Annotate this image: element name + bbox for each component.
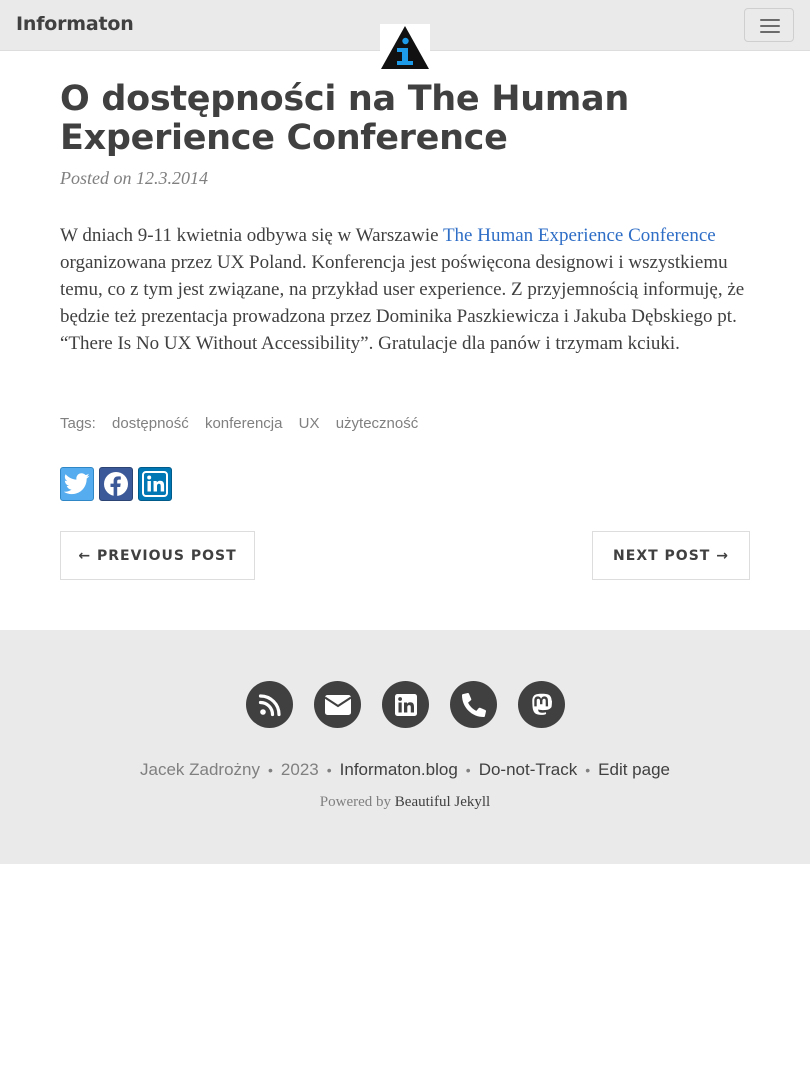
tag-link[interactable]: konferencja [205,415,283,432]
tags: Tags: dostępność konferencja UX użyteczn… [60,415,418,432]
post-text: W dniach 9-11 kwietnia odbywa się w Wars… [60,225,443,246]
footer: Jacek Zadrożny • 2023 • Informaton.blog • Do-n… [0,630,810,864]
envelope-icon [324,694,351,715]
mastodon-icon [531,693,552,715]
hamburger-menu-icon [760,25,780,27]
phone-icon [461,692,486,717]
linkedin-icon [394,693,417,716]
powered-prefix: Powered by [319,794,392,810]
powered-link[interactable]: Beautiful Jekyll [395,794,490,810]
rss-button[interactable] [246,681,293,728]
footer-year: 2023 [280,760,319,779]
footer-edit-link[interactable]: Edit page [598,760,670,779]
post-text: organizowana przez UX Poland. Konferencj… [60,252,745,354]
post-title: O dostępności na The Human Experience Co… [60,79,629,158]
tag-link[interactable]: UX [299,415,320,432]
footer-separator: • [268,762,273,778]
hamburger-menu-icon [760,31,780,33]
hamburger-menu-icon [760,19,780,21]
footer-site-link[interactable]: Informaton.blog [340,760,458,779]
conference-link[interactable]: The Human Experience Conference [443,225,716,246]
next-post-button[interactable]: NEXT POST → [592,531,750,580]
tag-link[interactable]: dostępność [112,415,189,432]
footer-info: Jacek Zadrożny • 2023 • Informaton.blog • Do-n… [0,760,810,780]
footer-separator: • [465,762,471,778]
linkedin-icon [142,471,168,497]
email-button[interactable] [314,681,361,728]
footer-separator: • [326,762,332,778]
twitter-icon [64,473,90,495]
share-twitter-button[interactable] [60,467,94,501]
navbar-brand[interactable]: Informaton [16,13,134,35]
footer-separator: • [585,762,591,778]
phone-button[interactable] [450,681,497,728]
navbar-toggle-button[interactable] [744,8,794,42]
post-meta: Posted on 12.3.2014 [60,168,208,188]
rss-icon [258,693,281,716]
info-triangle-logo-icon[interactable] [380,24,430,74]
social-links [246,681,565,728]
share-linkedin-button[interactable] [138,467,172,501]
powered-by: Powered by Beautiful Jekyll [0,794,810,811]
share-buttons [60,467,172,501]
tag-link[interactable]: użyteczność [336,415,419,432]
mastodon-button[interactable] [518,681,565,728]
facebook-icon [104,472,128,496]
footer-dnt-link[interactable]: Do-not-Track [479,760,578,779]
linkedin-button[interactable] [382,681,429,728]
tags-label: Tags: [60,415,96,432]
share-facebook-button[interactable] [99,467,133,501]
previous-post-button[interactable]: ← PREVIOUS POST [60,531,255,580]
footer-author: Jacek Zadrożny [140,760,260,779]
post-body: W dniach 9-11 kwietnia odbywa się w Wars… [60,222,750,357]
